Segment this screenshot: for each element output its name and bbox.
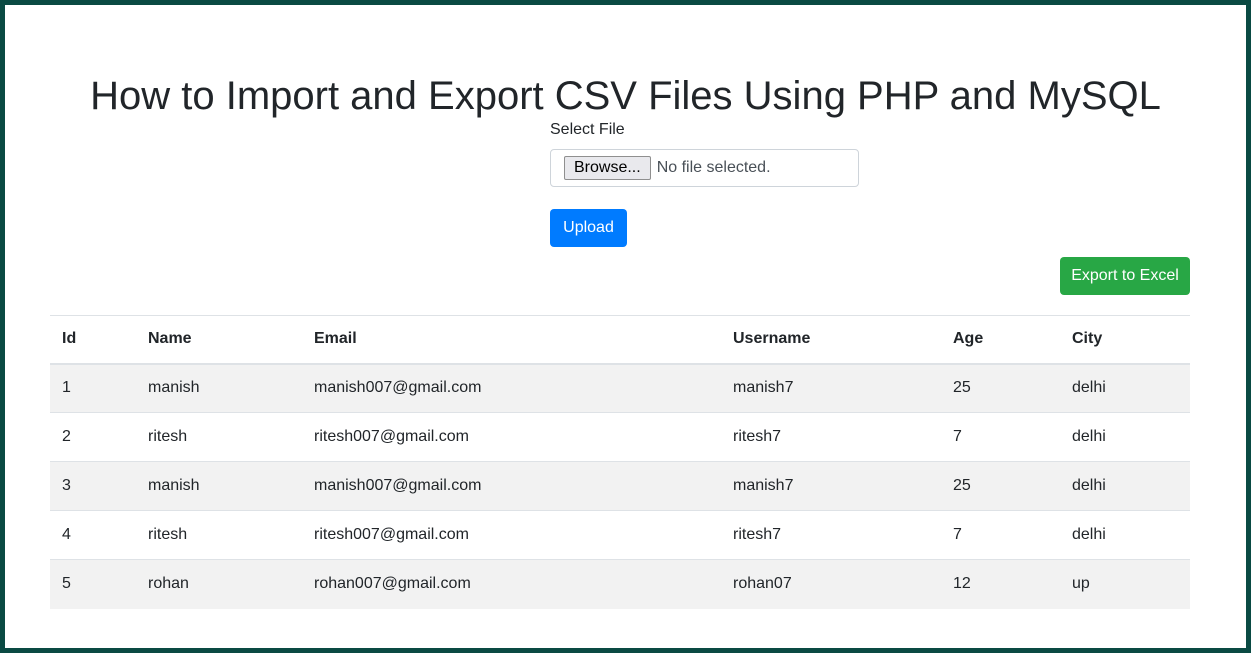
cell-city: delhi [1060,412,1190,462]
cell-username: rohan07 [721,559,941,609]
cell-email: manish007@gmail.com [302,461,721,511]
cell-username: manish7 [721,461,941,511]
cell-id: 4 [50,510,136,560]
table-row: 4 ritesh ritesh007@gmail.com ritesh7 7 d… [50,510,1190,560]
cell-age: 7 [941,412,1060,462]
cell-name: manish [136,461,302,511]
header-username: Username [721,315,941,365]
header-email: Email [302,315,721,365]
cell-name: manish [136,363,302,413]
header-city: City [1060,315,1190,365]
export-to-excel-button[interactable]: Export to Excel [1060,257,1190,295]
cell-age: 7 [941,510,1060,560]
cell-id: 1 [50,363,136,413]
header-age: Age [941,315,1060,365]
table-row: 3 manish manish007@gmail.com manish7 25 … [50,461,1190,511]
cell-id: 5 [50,559,136,609]
select-file-label: Select File [550,121,625,138]
cell-username: ritesh7 [721,510,941,560]
cell-name: ritesh [136,412,302,462]
page-title: How to Import and Export CSV Files Using… [90,73,1161,118]
table-row: 5 rohan rohan007@gmail.com rohan07 12 up [50,559,1190,609]
cell-age: 25 [941,363,1060,413]
upload-form: Select File Browse... No file selected. … [550,120,870,247]
browse-button[interactable]: Browse... [564,156,651,180]
cell-city: delhi [1060,461,1190,511]
page-frame: How to Import and Export CSV Files Using… [0,0,1251,653]
cell-id: 2 [50,412,136,462]
cell-email: manish007@gmail.com [302,363,721,413]
cell-name: ritesh [136,510,302,560]
cell-username: ritesh7 [721,412,941,462]
file-input[interactable]: Browse... No file selected. [550,149,859,187]
cell-email: ritesh007@gmail.com [302,412,721,462]
cell-city: up [1060,559,1190,609]
users-table-container: Id Name Email Username Age City 1 manish… [50,315,1190,609]
cell-city: delhi [1060,363,1190,413]
cell-email: rohan007@gmail.com [302,559,721,609]
cell-id: 3 [50,461,136,511]
users-table: Id Name Email Username Age City 1 manish… [50,315,1190,609]
table-header-row: Id Name Email Username Age City [50,315,1190,365]
table-row: 2 ritesh ritesh007@gmail.com ritesh7 7 d… [50,412,1190,462]
header-name: Name [136,315,302,365]
cell-name: rohan [136,559,302,609]
file-status-text: No file selected. [656,159,771,176]
cell-city: delhi [1060,510,1190,560]
table-row: 1 manish manish007@gmail.com manish7 25 … [50,363,1190,413]
cell-email: ritesh007@gmail.com [302,510,721,560]
cell-username: manish7 [721,363,941,413]
cell-age: 25 [941,461,1060,511]
upload-button[interactable]: Upload [550,209,627,247]
header-id: Id [50,315,136,365]
cell-age: 12 [941,559,1060,609]
